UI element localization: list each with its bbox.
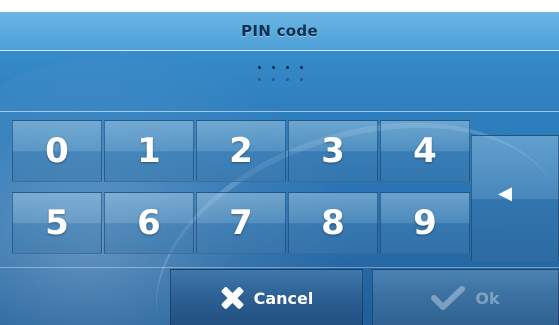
backspace-icon: ◀ xyxy=(498,183,512,204)
title-bar: PIN code xyxy=(0,12,559,51)
pin-dot xyxy=(300,66,303,69)
numeric-keypad: 0 1 2 3 4 5 6 7 8 9 ◀ xyxy=(0,120,559,262)
ok-button[interactable]: Ok xyxy=(372,269,559,325)
pin-dot xyxy=(286,78,289,81)
key-7[interactable]: 7 xyxy=(196,192,286,254)
key-3[interactable]: 3 xyxy=(288,120,378,182)
pin-dot xyxy=(300,78,303,81)
pin-dot xyxy=(258,78,261,81)
key-8[interactable]: 8 xyxy=(288,192,378,254)
cancel-label: Cancel xyxy=(253,288,314,308)
cancel-button[interactable]: Cancel xyxy=(170,269,363,325)
key-1[interactable]: 1 xyxy=(104,120,194,182)
pin-dot xyxy=(258,66,261,69)
pin-dot xyxy=(272,78,275,81)
pin-dot xyxy=(286,66,289,69)
pin-dots-row xyxy=(258,66,322,69)
key-4[interactable]: 4 xyxy=(380,120,470,182)
dialog-title: PIN code xyxy=(241,22,318,40)
action-bar: Cancel Ok xyxy=(0,267,559,325)
backspace-button[interactable]: ◀ xyxy=(471,135,559,262)
key-6[interactable]: 6 xyxy=(104,192,194,254)
key-5[interactable]: 5 xyxy=(12,192,102,254)
close-icon xyxy=(220,286,244,310)
key-9[interactable]: 9 xyxy=(380,192,470,254)
pin-dialog: PIN code 0 1 2 3 4 5 6 7 8 9 ◀ Cancel Ok xyxy=(0,12,559,325)
ok-label: Ok xyxy=(475,288,500,308)
key-2[interactable]: 2 xyxy=(196,120,286,182)
pin-dots xyxy=(258,66,322,96)
checkmark-icon xyxy=(431,286,466,310)
key-0[interactable]: 0 xyxy=(12,120,102,182)
pin-display xyxy=(0,51,559,112)
pin-dots-row xyxy=(258,78,322,81)
pin-dot xyxy=(272,66,275,69)
